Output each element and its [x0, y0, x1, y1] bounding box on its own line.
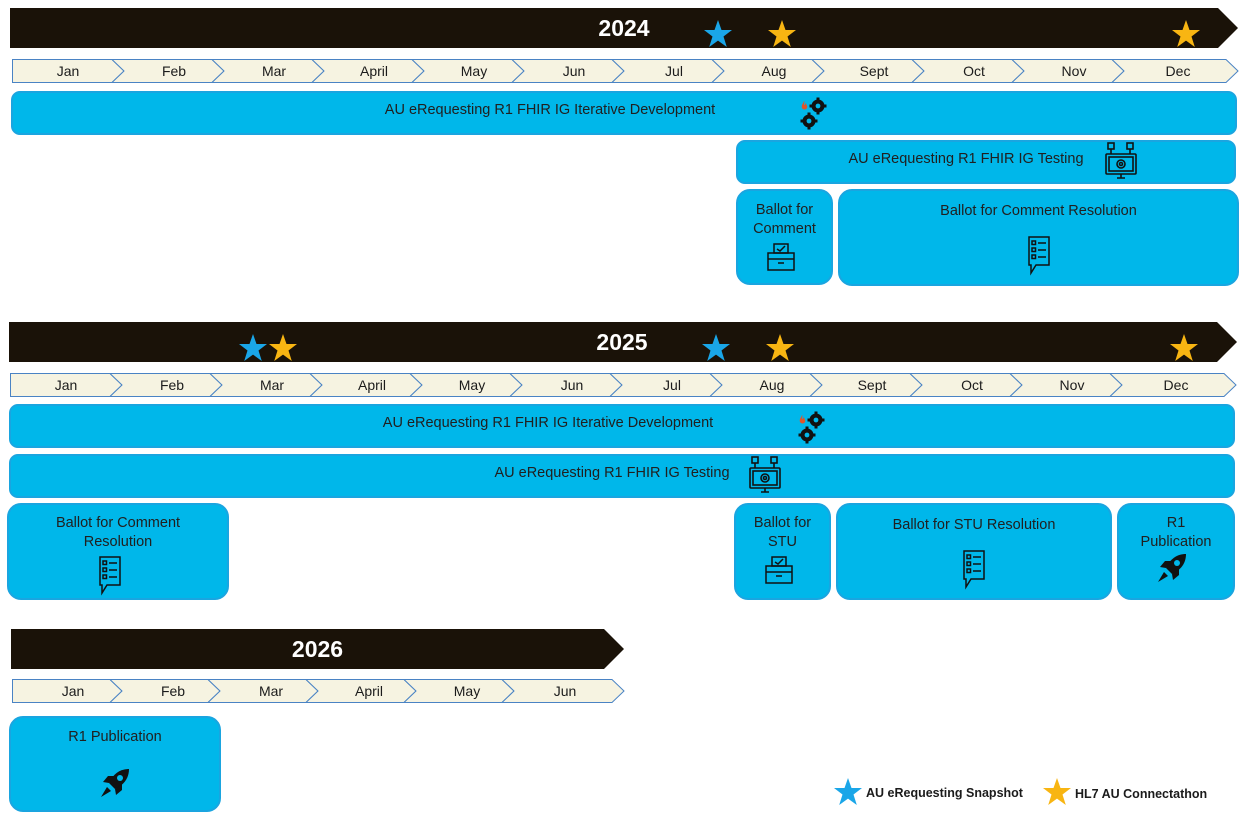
- monitor-settings-icon: [749, 456, 781, 493]
- connectathon-star-icon: [768, 20, 796, 47]
- connectathon-star-icon: [1172, 20, 1200, 47]
- block-label: Ballot for STU: [753, 515, 812, 550]
- checklist-document-icon: [1028, 236, 1050, 276]
- month-label: Feb: [161, 63, 187, 79]
- year-bar-2026: 2026: [11, 629, 624, 669]
- month-label: Sept: [857, 377, 887, 393]
- month-label: May: [458, 377, 486, 393]
- month-label: April: [359, 63, 388, 79]
- legend-connectathon-star-icon: [1043, 778, 1071, 805]
- month-label: Mar: [258, 683, 284, 699]
- month-label: May: [453, 683, 481, 699]
- block-label: Ballot for STU Resolution: [892, 517, 1056, 533]
- month-label: Sept: [859, 63, 889, 79]
- monitor-settings-icon: [1105, 142, 1137, 179]
- month-label: Oct: [963, 63, 985, 79]
- month-row-2025: Jan Feb Mar April May Jun Jul Aug Sept O…: [10, 373, 1238, 397]
- testing-block: AU eRequesting R1 FHIR IG Testing: [736, 140, 1236, 184]
- month-label: Jan: [61, 683, 85, 699]
- month-label: Aug: [759, 377, 785, 393]
- month-label: Jun: [562, 63, 586, 79]
- year-label: 2026: [291, 636, 344, 662]
- checklist-document-icon: [99, 556, 121, 596]
- month-label: Nov: [1059, 377, 1085, 393]
- block-label: AU eRequesting R1 FHIR IG Iterative Deve…: [384, 102, 716, 118]
- checklist-document-icon: [963, 550, 985, 590]
- month-row-2026: Jan Feb Mar April May Jun: [12, 679, 626, 703]
- year-bar-2024: 2024: [10, 8, 1238, 48]
- month-label: Aug: [761, 63, 787, 79]
- connectathon-star-icon: [766, 334, 794, 361]
- block-label: Ballot for Comment Resolution: [55, 515, 181, 550]
- testing-block: AU eRequesting R1 FHIR IG Testing: [9, 454, 1235, 498]
- month-label: Jan: [56, 63, 80, 79]
- month-label: Nov: [1061, 63, 1087, 79]
- rocket-icon: [1158, 554, 1186, 582]
- legend-connectathon-label: HL7 AU Connectathon: [1075, 787, 1208, 801]
- month-label: Dec: [1165, 63, 1191, 79]
- iterative-development-block: AU eRequesting R1 FHIR IG Iterative Deve…: [9, 404, 1235, 448]
- block-label: R1 Publication: [1140, 515, 1212, 550]
- gears-icon: [798, 411, 825, 444]
- ballot-box-icon: [765, 556, 793, 584]
- month-label: Mar: [261, 63, 287, 79]
- legend-snapshot-star-icon: [834, 778, 862, 805]
- month-label: Jul: [663, 377, 681, 393]
- month-label: Jul: [665, 63, 683, 79]
- year-label: 2024: [598, 15, 650, 41]
- connectathon-star-icon: [1170, 334, 1198, 361]
- month-label: Jan: [54, 377, 78, 393]
- month-label: Dec: [1163, 377, 1189, 393]
- snapshot-star-icon: [702, 334, 730, 361]
- snapshot-star-icon: [239, 334, 267, 361]
- month-label: Jun: [560, 377, 584, 393]
- block-label: R1 Publication: [68, 729, 162, 745]
- block-label: Ballot for Comment: [753, 202, 816, 237]
- month-label: April: [357, 377, 386, 393]
- month-label: Oct: [961, 377, 983, 393]
- month-label: Feb: [160, 683, 186, 699]
- legend-snapshot-label: AU eRequesting Snapshot: [866, 786, 1023, 800]
- iterative-development-block: AU eRequesting R1 FHIR IG Iterative Deve…: [11, 91, 1237, 135]
- block-label: AU eRequesting R1 FHIR IG Testing: [494, 465, 730, 481]
- month-label: May: [460, 63, 488, 79]
- month-label: Mar: [259, 377, 285, 393]
- year-label: 2025: [596, 329, 648, 355]
- block-label: AU eRequesting R1 FHIR IG Iterative Deve…: [382, 415, 714, 431]
- month-row-2024: Jan Feb Mar April May Jun Jul Aug Sept O…: [12, 59, 1240, 83]
- rocket-icon: [101, 769, 129, 797]
- month-label: April: [354, 683, 383, 699]
- month-label: Jun: [553, 683, 577, 699]
- year-bar-2025: 2025: [9, 322, 1237, 362]
- connectathon-star-icon: [269, 334, 297, 361]
- gears-icon: [800, 97, 827, 130]
- ballot-box-icon: [767, 243, 795, 271]
- block-label: Ballot for Comment Resolution: [940, 203, 1137, 219]
- month-label: Feb: [159, 377, 185, 393]
- snapshot-star-icon: [704, 20, 732, 47]
